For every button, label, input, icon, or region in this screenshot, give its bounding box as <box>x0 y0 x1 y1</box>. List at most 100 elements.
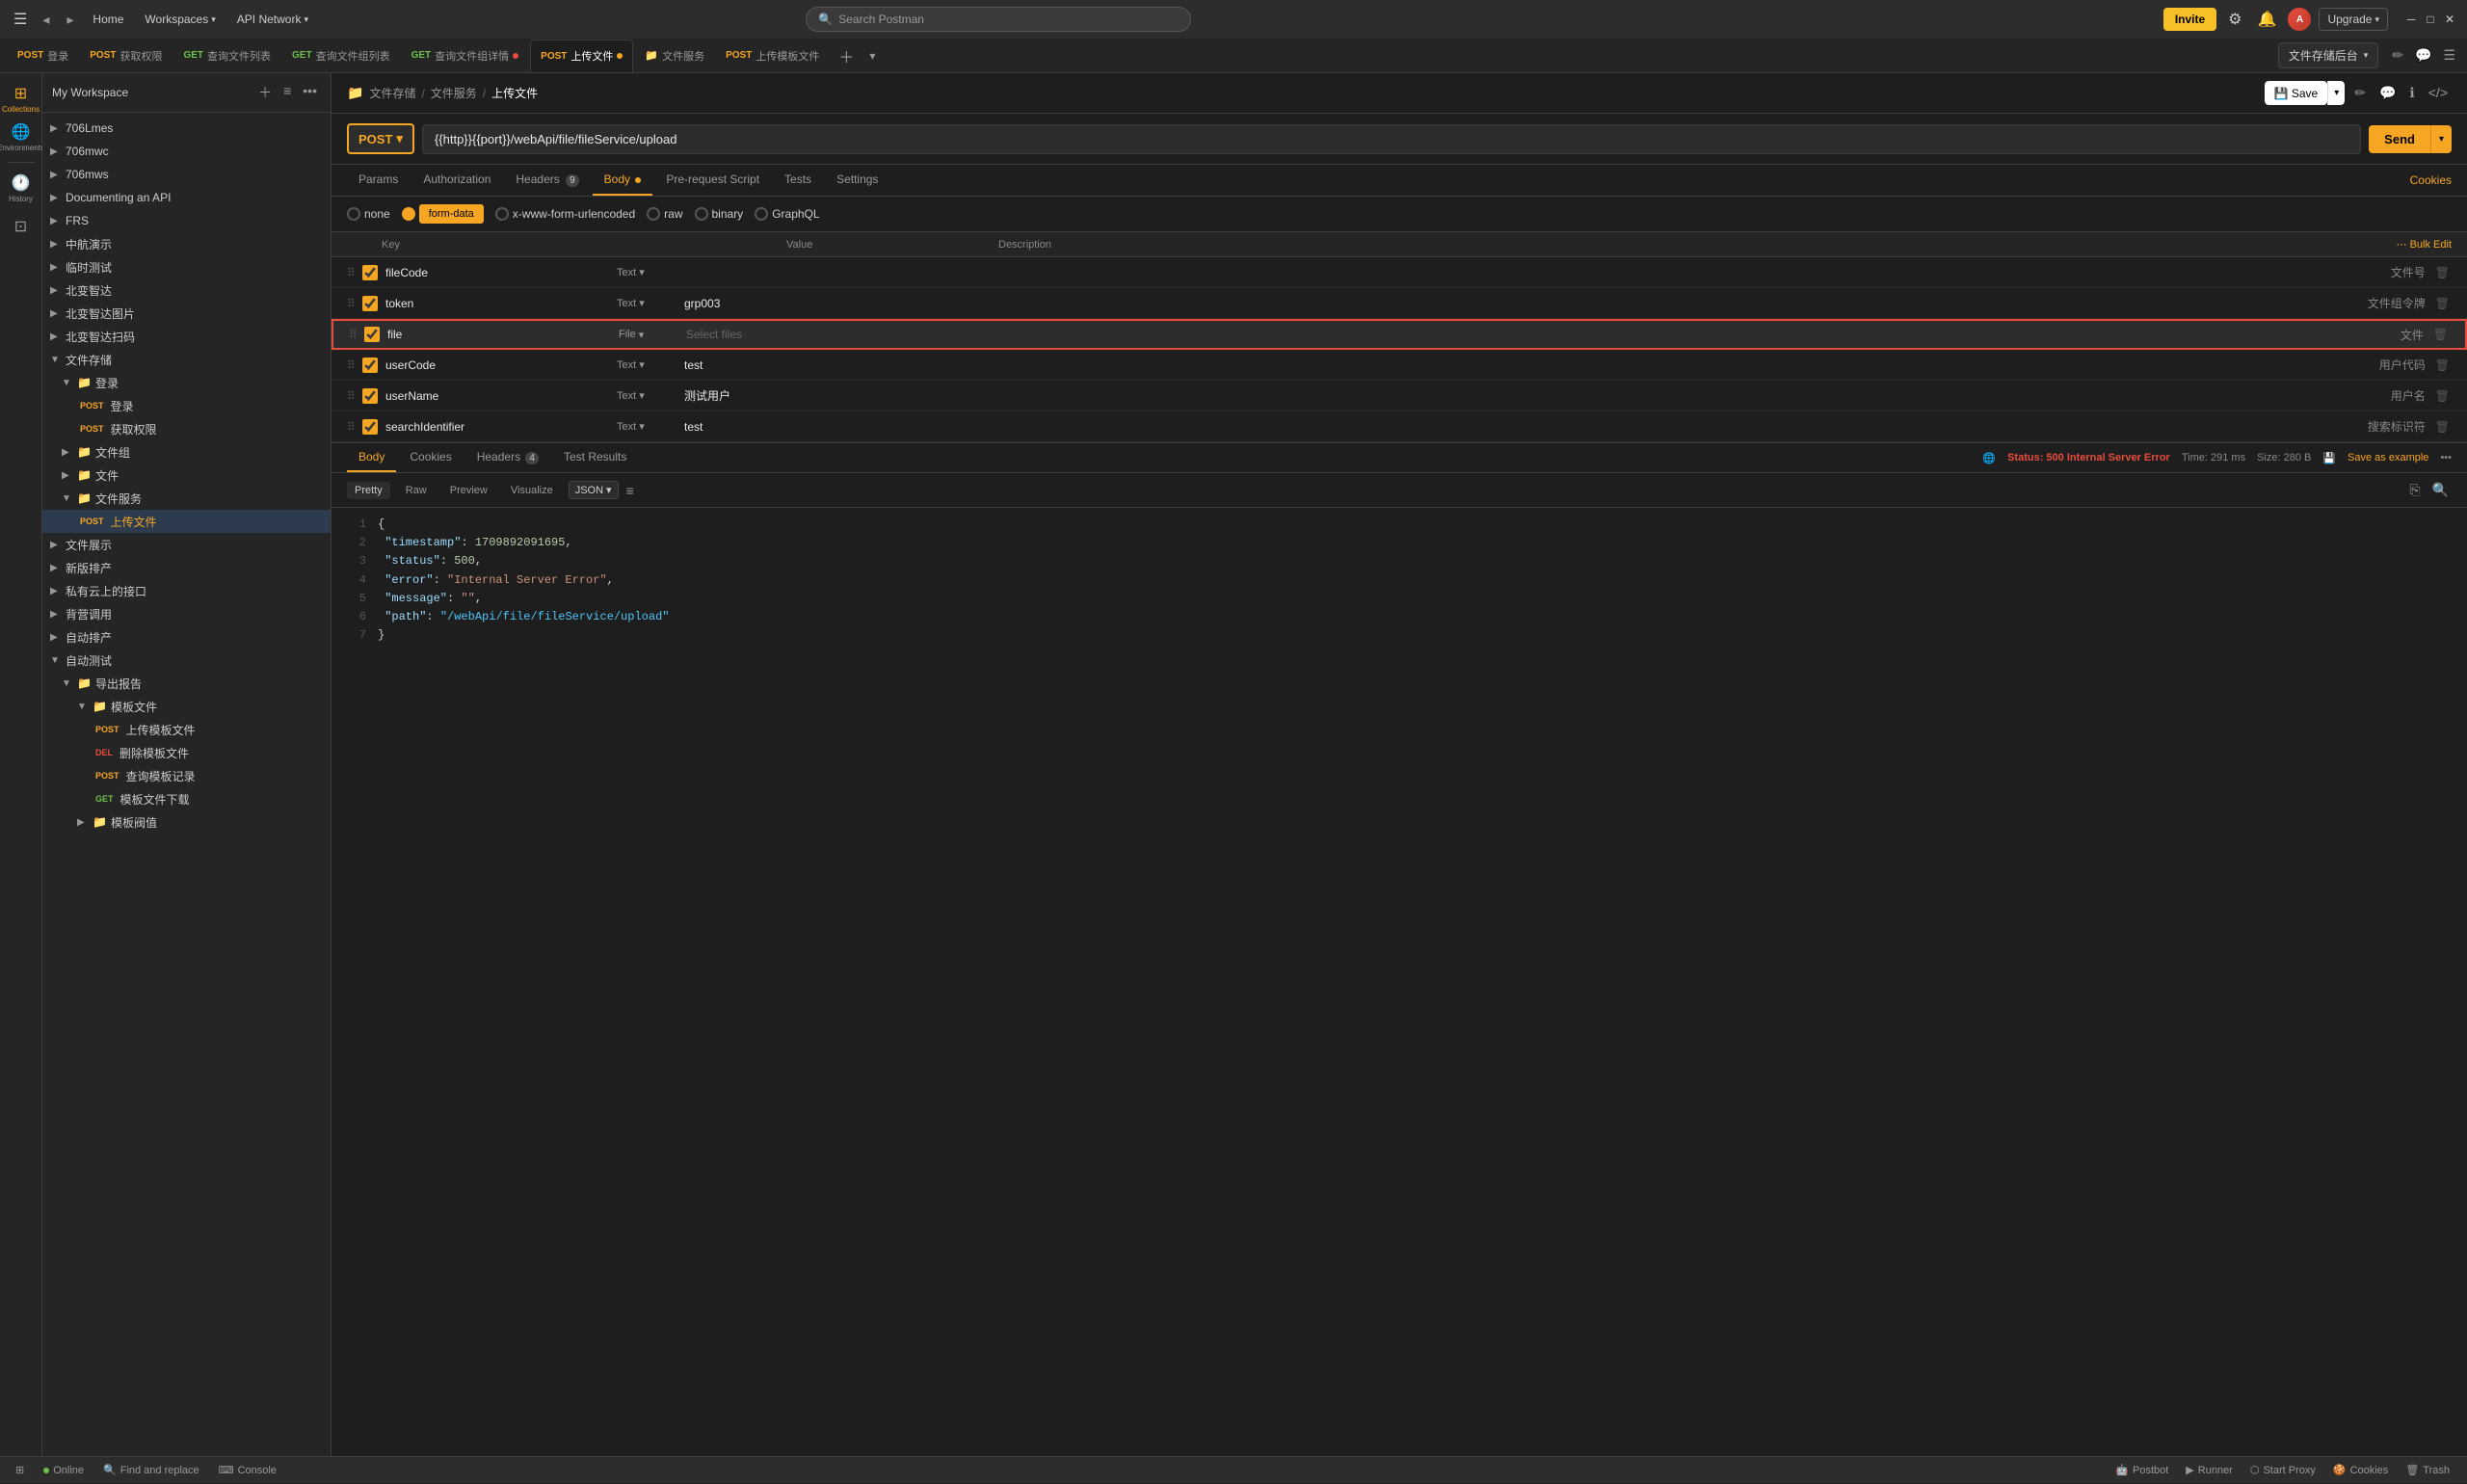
option-graphql[interactable]: GraphQL <box>755 207 819 221</box>
list-item[interactable]: ▶ 📁 模板阀值 <box>42 810 331 834</box>
tab-tests[interactable]: Tests <box>773 165 823 196</box>
list-item[interactable]: ▶ 706mwc <box>42 140 331 163</box>
more-options-button[interactable]: ••• <box>299 81 321 104</box>
tab-settings[interactable]: Settings <box>825 165 889 196</box>
list-item[interactable]: ▼ 📁 导出报告 <box>42 672 331 695</box>
tab-prerequest[interactable]: Pre-request Script <box>654 165 771 196</box>
resp-tab-body[interactable]: Body <box>347 443 396 472</box>
list-item[interactable]: POST 查询模板记录 <box>42 764 331 787</box>
row-type-selector[interactable]: Text ▾ <box>617 266 684 278</box>
list-item[interactable]: ▶ 706mws <box>42 163 331 186</box>
list-item[interactable]: ▶ 北变智达 <box>42 278 331 302</box>
new-tab-button[interactable]: ＋ <box>831 40 862 71</box>
tab-params[interactable]: Params <box>347 165 410 196</box>
delete-row-button[interactable]: 🗑 <box>2433 295 2452 312</box>
row-checkbox[interactable] <box>362 388 378 404</box>
comment-icon[interactable]: 💬 <box>2411 43 2435 67</box>
row-type-selector[interactable]: Text ▾ <box>617 420 684 433</box>
more-options-icon[interactable]: ••• <box>2440 452 2452 464</box>
info-icon[interactable]: ℹ <box>2405 81 2418 105</box>
settings-icon[interactable]: ⚙ <box>2224 6 2245 33</box>
list-item[interactable]: ▶ 北变智达扫码 <box>42 325 331 348</box>
option-none[interactable]: none <box>347 207 390 221</box>
home-tab[interactable]: Home <box>85 9 131 30</box>
comment-icon[interactable]: 💬 <box>2375 81 2400 105</box>
maximize-button[interactable]: □ <box>2423 12 2438 27</box>
close-button[interactable]: ✕ <box>2442 12 2457 27</box>
send-dropdown-button[interactable]: ▾ <box>2430 125 2452 153</box>
row-checkbox[interactable] <box>362 265 378 280</box>
filter-button[interactable]: ≡ <box>279 81 295 104</box>
drag-handle[interactable]: ⠿ <box>347 420 362 434</box>
drag-handle[interactable]: ⠿ <box>347 358 362 372</box>
format-raw-button[interactable]: Raw <box>398 482 435 499</box>
drag-handle[interactable]: ⠿ <box>347 389 362 403</box>
list-item[interactable]: ▶ 📁 文件组 <box>42 440 331 464</box>
list-item[interactable]: POST 上传文件 <box>42 510 331 533</box>
delete-row-button[interactable]: 🗑 <box>2431 326 2450 343</box>
bottom-trash[interactable]: 🗑 Trash <box>2398 1457 2457 1484</box>
row-checkbox[interactable] <box>364 327 380 342</box>
list-item[interactable]: ▶ 背营调用 <box>42 602 331 625</box>
option-form-data[interactable]: form-data <box>402 204 484 224</box>
code-icon[interactable]: </> <box>2425 81 2452 105</box>
list-item[interactable]: ▶ Documenting an API <box>42 186 331 209</box>
list-item[interactable]: ▶ 自动排产 <box>42 625 331 649</box>
add-collection-button[interactable]: ＋ <box>254 81 276 104</box>
delete-row-button[interactable]: 🗑 <box>2433 264 2452 281</box>
delete-row-button[interactable]: 🗑 <box>2433 418 2452 436</box>
avatar[interactable]: A <box>2288 8 2311 31</box>
bottom-postbot[interactable]: 🤖 Postbot <box>2108 1457 2176 1484</box>
bottom-runner[interactable]: ▶ Runner <box>2178 1457 2241 1484</box>
format-icon[interactable]: ≡ <box>626 483 634 498</box>
bulk-edit-button[interactable]: ⋯ Bulk Edit <box>2397 238 2452 251</box>
breadcrumb-item-storage[interactable]: 文件存储 <box>369 85 415 101</box>
option-urlencoded[interactable]: x-www-form-urlencoded <box>495 207 635 221</box>
list-item[interactable]: ▶ 新版排产 <box>42 556 331 579</box>
drag-handle[interactable]: ⠿ <box>347 297 362 310</box>
option-raw[interactable]: raw <box>647 207 682 221</box>
row-type-selector[interactable]: File ▾ <box>619 329 686 341</box>
list-item[interactable]: ▶ 📁 文件 <box>42 464 331 487</box>
save-dropdown-button[interactable]: ▾ <box>2327 81 2345 105</box>
resp-tab-headers[interactable]: Headers 4 <box>465 443 550 472</box>
list-item[interactable]: ▼ 自动测试 <box>42 649 331 672</box>
row-type-selector[interactable]: Text ▾ <box>617 389 684 402</box>
upgrade-button[interactable]: Upgrade ▾ <box>2319 8 2388 31</box>
option-binary[interactable]: binary <box>695 207 744 221</box>
resp-tab-cookies[interactable]: Cookies <box>398 443 463 472</box>
list-item[interactable]: ▶ 私有云上的接口 <box>42 579 331 602</box>
sidebar-item-collections[interactable]: ⊞ Collections <box>4 81 39 116</box>
list-item[interactable]: POST 获取权限 <box>42 417 331 440</box>
sidebar-right-icon[interactable]: ☰ <box>2439 43 2459 67</box>
list-item[interactable]: ▶ 中航演示 <box>42 232 331 255</box>
list-item[interactable]: DEL 删除模板文件 <box>42 741 331 764</box>
list-item[interactable]: ▶ 文件展示 <box>42 533 331 556</box>
copy-icon[interactable]: ⎘ <box>2406 479 2423 501</box>
method-selector[interactable]: POST ▾ <box>347 123 414 154</box>
invite-button[interactable]: Invite <box>2163 8 2216 31</box>
list-item[interactable]: POST 上传模板文件 <box>42 718 331 741</box>
row-type-selector[interactable]: Text ▾ <box>617 358 684 371</box>
list-item[interactable]: ▶ 北变智达图片 <box>42 302 331 325</box>
tab-post-template[interactable]: POST 上传模板文件 <box>716 40 829 72</box>
list-item[interactable]: ▶ FRS <box>42 209 331 232</box>
tab-post-upload[interactable]: POST 上传文件 <box>530 40 633 72</box>
bottom-start-proxy[interactable]: ⬡ Start Proxy <box>2242 1457 2323 1484</box>
back-button[interactable]: ◂ <box>37 8 55 32</box>
format-pretty-button[interactable]: Pretty <box>347 482 390 499</box>
forward-button[interactable]: ▸ <box>61 8 79 32</box>
cookies-link[interactable]: Cookies <box>2410 173 2452 187</box>
list-item[interactable]: ▼ 📁 模板文件 <box>42 695 331 718</box>
api-network-button[interactable]: API Network ▾ <box>229 9 316 30</box>
workspaces-button[interactable]: Workspaces ▾ <box>137 9 223 30</box>
bell-icon[interactable]: 🔔 <box>2254 6 2281 33</box>
list-item[interactable]: ▶ 临时测试 <box>42 255 331 278</box>
bottom-cookies[interactable]: 🍪 Cookies <box>2325 1457 2396 1484</box>
list-item[interactable]: ▶ 706Lmes <box>42 117 331 140</box>
bottom-online-status[interactable]: Online <box>38 1465 90 1476</box>
tab-get-filelist[interactable]: GET 查询文件列表 <box>173 40 280 72</box>
list-item[interactable]: ▼ 文件存储 <box>42 348 331 371</box>
minimize-button[interactable]: ─ <box>2403 12 2419 27</box>
bottom-grid-icon[interactable]: ⊞ <box>10 1464 30 1476</box>
